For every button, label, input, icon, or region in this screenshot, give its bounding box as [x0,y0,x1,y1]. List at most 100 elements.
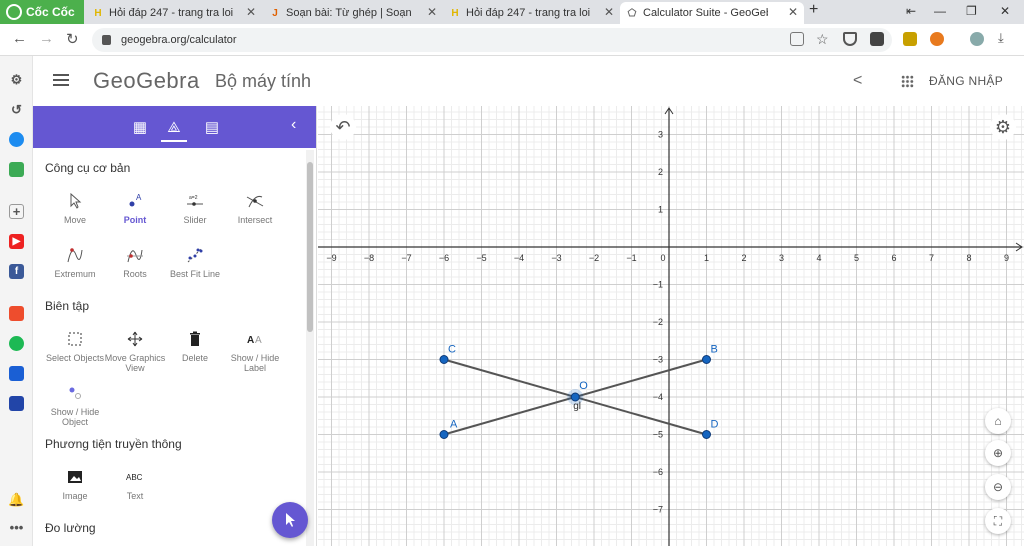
y-tick-label: −5 [653,430,663,440]
tool-label: Delete [181,353,208,363]
facebook-icon[interactable]: f [9,264,24,279]
panel-scrollbar-thumb[interactable] [307,162,313,332]
undo-icon[interactable]: ↶ [330,114,356,140]
x-tick-label: −1 [626,253,636,263]
browser-tab-1[interactable]: H Hỏi đáp 247 - trang tra loi ✕ [86,2,262,24]
close-tab-icon[interactable]: ✕ [246,5,256,19]
x-tick-label: −8 [364,253,374,263]
algebra-tab-icon[interactable]: ▦ [131,118,149,136]
tab-list-icon[interactable]: ⇤ [906,4,916,18]
tool-show-hide-label[interactable]: AA Show / Hide Label [224,328,286,373]
pointer-fab-button[interactable] [272,502,308,538]
url-text: geogebra.org/calculator [121,34,237,46]
new-tab-button[interactable]: + [809,1,818,19]
minimize-icon[interactable]: — [934,4,946,18]
apps-grid-icon[interactable] [901,75,914,88]
y-tick-label: −4 [653,392,663,402]
tool-move-graphics-view[interactable]: Move Graphics View [104,328,166,373]
x-tick-label: 0 [660,253,665,263]
point-label-B: B [711,344,718,356]
tools-tab-icon[interactable]: ⟁ [165,118,183,136]
game-icon[interactable] [9,162,24,177]
tool-show-hide-object[interactable]: Show / Hide Object [44,382,106,427]
back-icon[interactable]: ← [12,30,27,47]
bookmark-star-icon[interactable]: ☆ [816,31,829,48]
login-button[interactable]: ĐĂNG NHẬP [929,74,1003,88]
svg-text:A: A [255,335,262,346]
close-window-icon[interactable]: ✕ [1000,4,1010,18]
close-tab-icon[interactable]: ✕ [788,5,798,19]
collapse-panel-icon[interactable]: ‹ [291,116,296,134]
zoom-out-icon[interactable]: ⊖ [985,474,1011,500]
graphics-settings-icon[interactable]: ⚙ [990,114,1016,140]
tool-intersect[interactable]: Intersect [224,190,286,225]
spotify-icon[interactable] [9,336,24,351]
extension-icon[interactable] [903,32,917,46]
share-icon[interactable]: < [853,72,862,90]
messenger-icon[interactable] [9,132,24,147]
table-tab-icon[interactable]: ▤ [203,118,221,136]
x-tick-label: 5 [854,253,859,263]
restore-icon[interactable]: ❐ [966,4,977,18]
more-icon[interactable]: ••• [9,520,24,535]
tool-roots[interactable]: Roots [104,244,166,279]
zoom-in-icon[interactable]: ⊕ [985,440,1011,466]
youtube-icon[interactable]: ▶ [9,234,24,249]
tab-title: Hỏi đáp 247 - trang tra loi [466,7,591,19]
forward-icon[interactable]: → [39,30,54,47]
close-tab-icon[interactable]: ✕ [427,5,437,19]
fullscreen-icon[interactable]: ⛶ [985,508,1011,534]
url-field[interactable]: geogebra.org/calculator [92,28,892,52]
tool-image[interactable]: Image [44,466,106,501]
tool-extremum[interactable]: Extremum [44,244,106,279]
tool-point[interactable]: A Point [104,190,166,225]
deal-icon[interactable] [9,396,24,411]
point-A[interactable] [439,430,449,439]
geogebra-logo[interactable]: GeoGebra [93,68,200,94]
notification-bell-icon[interactable]: 🔔 [8,492,24,507]
settings-icon[interactable]: ⚙ [9,72,24,87]
trash-icon [164,328,226,350]
downloads-icon[interactable]: ⤓ [998,30,1004,46]
y-tick-label: 1 [658,205,663,215]
extension-icon[interactable] [930,32,944,46]
tool-delete[interactable]: Delete [164,328,226,363]
download-icon[interactable] [870,32,884,46]
shopee-icon[interactable] [9,306,24,321]
tiki-icon[interactable] [9,366,24,381]
close-tab-icon[interactable]: ✕ [604,5,614,19]
tool-select-objects[interactable]: Select Objects [44,328,106,363]
tool-label: Move [63,215,86,225]
profile-avatar[interactable] [970,32,984,46]
point-B[interactable] [702,355,711,364]
y-tick-label: 3 [658,130,663,140]
graphics-view[interactable]: −9 −8 −7 −6 −5 −4 −3 −2 −1 0 1 2 3 4 5 6 7 8 9 −7 −6 −5 −4 −3 −2… [318,106,1024,546]
point-D[interactable] [702,430,711,439]
browser-tab-2[interactable]: J Soạn bài: Từ ghép | Soạn văn ✕ [263,2,443,24]
menu-icon[interactable] [53,74,69,86]
x-tick-label: −7 [401,253,411,263]
section-title: Công cụ cơ bản [45,161,131,175]
x-tick-label: 8 [966,253,971,263]
browser-tab-3[interactable]: H Hỏi đáp 247 - trang tra loi ✕ [443,2,620,24]
add-icon[interactable]: + [9,204,24,219]
tool-label: Best Fit Line [169,269,221,279]
tool-move[interactable]: Move [44,190,106,225]
coordinate-plane[interactable]: −9 −8 −7 −6 −5 −4 −3 −2 −1 0 1 2 3 4 5 6 7 8 9 −7 −6 −5 −4 −3 −2… [318,106,1024,546]
svg-text:ABC: ABC [126,473,143,482]
tool-text[interactable]: ABC Text [104,466,166,501]
home-view-icon[interactable]: ⌂ [985,408,1011,434]
tool-label: Roots [123,269,147,279]
lock-icon [102,35,111,45]
point-label-O: O [579,380,588,392]
shield-icon[interactable] [843,32,857,46]
translate-icon[interactable] [790,32,804,46]
browser-tab-active[interactable]: ⬠ Calculator Suite - GeoGebra ✕ [620,2,804,24]
coccoc-brand-button[interactable]: Cốc Cốc [0,0,84,24]
tool-slider[interactable]: a=2 Slider [164,190,226,225]
point-O[interactable] [570,392,580,402]
history-icon[interactable]: ↺ [9,102,24,117]
point-C[interactable] [439,355,449,364]
tool-best-fit-line[interactable]: Best Fit Line [164,244,226,279]
reload-icon[interactable]: ↻ [66,30,79,48]
